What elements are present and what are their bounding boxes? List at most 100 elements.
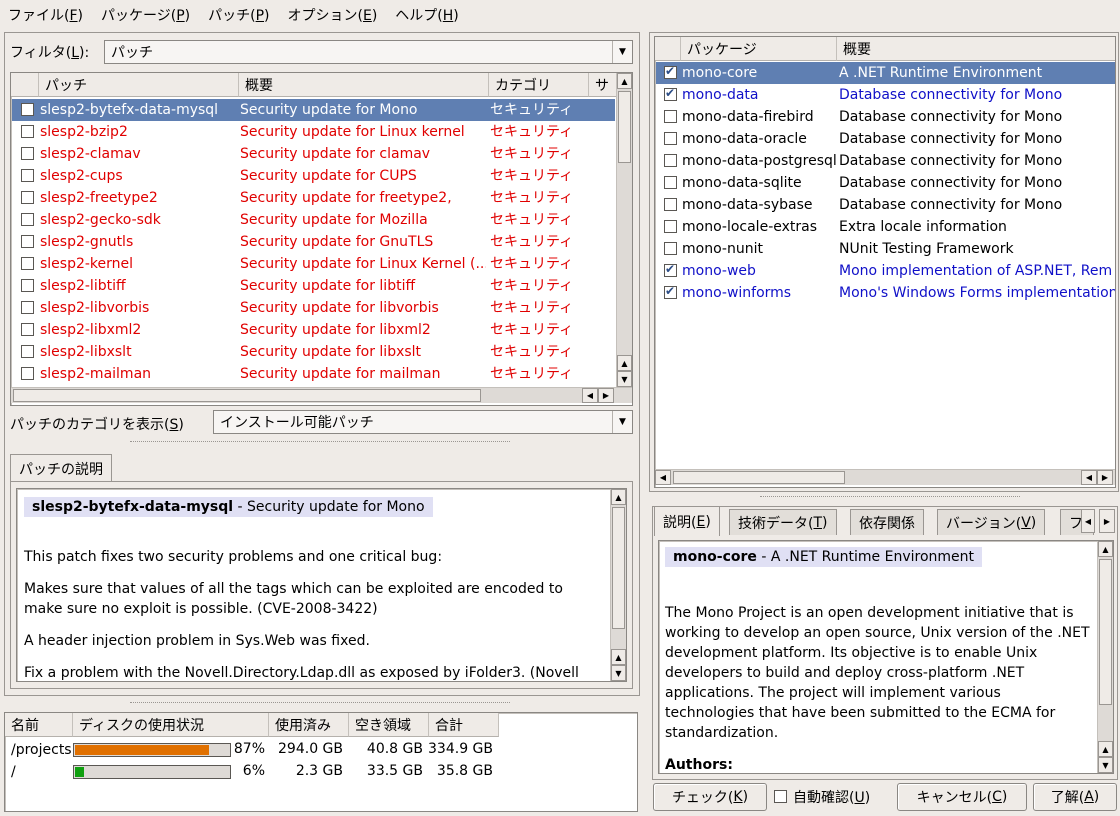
scroll-up-icon[interactable]: ▲ (1098, 541, 1113, 557)
desc-vscrollbar[interactable]: ▲ ▲ ▼ (610, 489, 626, 681)
hscroll-thumb[interactable] (673, 471, 845, 484)
chevron-down-icon[interactable]: ▼ (612, 41, 632, 63)
pane-grip[interactable] (760, 496, 1020, 498)
menu-options[interactable]: オプション(E) (288, 5, 378, 25)
patch-row[interactable]: slesp2-gnutls Security update for GnuTLS セ… (12, 231, 615, 253)
scroll-left-icon[interactable]: ◀ (1081, 470, 1097, 485)
scroll-up-icon[interactable]: ▲ (1098, 741, 1113, 757)
scroll-left-icon[interactable]: ◀ (582, 388, 598, 403)
tab-scroll-left-icon[interactable]: ◀ (1081, 509, 1095, 533)
scroll-down-icon[interactable]: ▼ (611, 665, 626, 681)
package-checkbox[interactable] (664, 132, 677, 145)
pkgdesc-vscrollbar[interactable]: ▲ ▲ ▼ (1097, 541, 1113, 773)
accept-button[interactable]: 了解(A) (1033, 783, 1117, 811)
package-row[interactable]: mono-data Database connectivity for Mono (656, 84, 1115, 106)
package-row[interactable]: mono-locale-extras Extra locale informati… (656, 216, 1115, 238)
menu-patch[interactable]: パッチ(P) (208, 5, 269, 25)
package-row[interactable]: mono-data-oracle Database connectivity fo… (656, 128, 1115, 150)
tab-versions[interactable]: バージョン(V) (937, 509, 1046, 535)
scroll-thumb[interactable] (612, 507, 625, 629)
patch-row[interactable]: slesp2-kernel Security update for Linux K… (12, 253, 615, 275)
patch-row[interactable]: slesp2-clamav Security update for clamav セ… (12, 143, 615, 165)
patch-row[interactable]: slesp2-libxml2 Security update for libxml… (12, 319, 615, 341)
scroll-down-icon[interactable]: ▼ (617, 371, 632, 387)
patch-col-extra[interactable]: サ (589, 73, 617, 97)
patch-row[interactable]: slesp2-libvorbis Security update for libv… (12, 297, 615, 319)
patch-row[interactable]: slesp2-bzip2 Security update for Linux ke… (12, 121, 615, 143)
disk-col-free[interactable]: 空き領域 (349, 713, 429, 737)
menu-file[interactable]: ファイル(F) (8, 5, 83, 25)
scroll-left-icon[interactable]: ◀ (655, 470, 671, 485)
package-checkbox[interactable] (664, 86, 677, 101)
disk-col-name[interactable]: 名前 (5, 713, 73, 737)
patch-checkbox[interactable] (21, 345, 34, 358)
patch-row[interactable]: slesp2-mailman Security update for mailma… (12, 363, 615, 385)
category-combo[interactable]: インストール可能パッチ ▼ (213, 410, 633, 434)
patch-row[interactable]: slesp2-freetype2 Security update for free… (12, 187, 615, 209)
patch-checkbox[interactable] (21, 169, 34, 182)
patch-row[interactable]: slesp2-libxslt Security update for libxsl… (12, 341, 615, 363)
patch-checkbox[interactable] (21, 235, 34, 248)
patch-checkbox[interactable] (21, 323, 34, 336)
check-button[interactable]: チェック(K) (653, 783, 767, 811)
menu-package[interactable]: パッケージ(P) (101, 5, 190, 25)
patch-checkbox[interactable] (21, 191, 34, 204)
patch-col-check[interactable] (11, 73, 39, 97)
patch-checkbox[interactable] (21, 257, 34, 270)
cancel-button[interactable]: キャンセル(C) (897, 783, 1027, 811)
filter-combo[interactable]: パッチ ▼ (104, 40, 633, 64)
tab-description[interactable]: 説明(E) (654, 506, 720, 536)
tab-scroll-right-icon[interactable]: ▶ (1099, 509, 1115, 533)
chevron-down-icon[interactable]: ▼ (612, 411, 632, 433)
patch-row[interactable]: slesp2-cups Security update for CUPS セキュリテ… (12, 165, 615, 187)
patch-checkbox[interactable] (21, 125, 34, 138)
package-checkbox[interactable] (664, 198, 677, 211)
pkg-col-name[interactable]: パッケージ (681, 37, 837, 61)
package-row[interactable]: mono-data-sybase Database connectivity fo… (656, 194, 1115, 216)
scroll-thumb[interactable] (1099, 559, 1112, 705)
scroll-right-icon[interactable]: ▶ (1097, 470, 1113, 485)
patch-checkbox[interactable] (21, 301, 34, 314)
patch-vscrollbar[interactable]: ▲ ▲ ▼ (616, 73, 632, 387)
package-row[interactable]: mono-core A .NET Runtime Environment (656, 62, 1115, 84)
disk-col-total[interactable]: 合計 (429, 713, 499, 737)
disk-col-usage[interactable]: ディスクの使用状況 (73, 713, 269, 737)
patch-row[interactable]: slesp2-libtiff Security update for libtif… (12, 275, 615, 297)
patch-col-summary[interactable]: 概要 (239, 73, 489, 97)
patch-col-category[interactable]: カテゴリ (489, 73, 589, 97)
patch-row[interactable]: slesp2-gecko-sdk Security update for Mozi… (12, 209, 615, 231)
scroll-up-icon[interactable]: ▲ (617, 355, 632, 371)
package-checkbox[interactable] (664, 154, 677, 167)
package-row[interactable]: mono-web Mono implementation of ASP.NET, … (656, 260, 1115, 282)
package-checkbox[interactable] (664, 110, 677, 123)
pkg-hscrollbar[interactable]: ◀ ◀ ▶ (655, 469, 1115, 485)
autocheck-checkbox[interactable] (774, 790, 787, 803)
scroll-up-icon[interactable]: ▲ (617, 73, 632, 89)
package-row[interactable]: mono-data-firebird Database connectivity … (656, 106, 1115, 128)
disk-col-used[interactable]: 使用済み (269, 713, 349, 737)
pkg-col-summary[interactable]: 概要 (837, 37, 1115, 61)
hscroll-thumb[interactable] (13, 389, 481, 402)
patch-checkbox[interactable] (21, 147, 34, 160)
autocheck-label[interactable]: 自動確認(U) (793, 787, 870, 807)
scroll-thumb[interactable] (618, 91, 631, 163)
package-row[interactable]: mono-winforms Mono's Windows Forms implem… (656, 282, 1115, 304)
patch-checkbox[interactable] (21, 213, 34, 226)
package-checkbox[interactable] (664, 220, 677, 233)
package-checkbox[interactable] (664, 284, 677, 299)
package-checkbox[interactable] (664, 64, 677, 79)
package-checkbox[interactable] (664, 176, 677, 189)
package-checkbox[interactable] (664, 262, 677, 277)
menu-help[interactable]: ヘルプ(H) (395, 5, 458, 25)
patch-row[interactable]: slesp2-bytefx-data-mysql Security update … (12, 99, 615, 121)
package-row[interactable]: mono-data-sqlite Database connectivity fo… (656, 172, 1115, 194)
tab-technical-data[interactable]: 技術データ(T) (729, 509, 837, 535)
tab-dependencies[interactable]: 依存関係 (850, 509, 924, 535)
pkg-col-check[interactable] (655, 37, 681, 61)
patch-col-name[interactable]: パッチ (39, 73, 239, 97)
patch-checkbox[interactable] (21, 103, 34, 116)
tab-patch-description[interactable]: パッチの説明 (10, 454, 112, 482)
patch-checkbox[interactable] (21, 367, 34, 380)
patch-hscrollbar[interactable]: ◀ ▶ (11, 387, 632, 403)
scroll-up-icon[interactable]: ▲ (611, 489, 626, 505)
